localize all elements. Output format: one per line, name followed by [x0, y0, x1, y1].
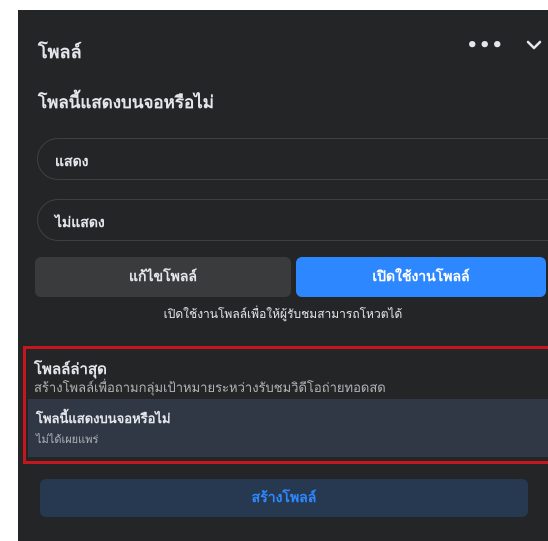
edit-poll-button[interactable]: แก้ไขโพลล์ — [35, 257, 291, 297]
enable-poll-button[interactable]: เปิดใช้งานโพลล์ — [296, 257, 546, 297]
poll-option-2[interactable]: ไม่แสดง — [37, 199, 548, 241]
panel-title: โพลล์ — [38, 42, 82, 63]
enable-hint-text: เปิดใช้งานโพลล์เพื่อให้ผู้รับชมสามารถโหว… — [163, 307, 403, 321]
create-poll-button[interactable]: สร้างโพลล์ — [40, 479, 528, 517]
poll-panel: โพลล์ ••• โพลนี้แสดงบนจอหรือไม่ แสดง ไม่… — [18, 10, 548, 541]
poll-option-label: แสดง — [55, 154, 89, 170]
poll-option-1[interactable]: แสดง — [37, 138, 548, 180]
chevron-down-icon[interactable] — [526, 39, 542, 51]
poll-question: โพลนี้แสดงบนจอหรือไม่ — [38, 93, 214, 113]
highlight-frame — [23, 346, 548, 464]
panel-header: โพลล์ ••• — [38, 35, 548, 67]
more-horizontal-icon[interactable]: ••• — [466, 35, 504, 56]
poll-option-label: ไม่แสดง — [55, 215, 105, 231]
